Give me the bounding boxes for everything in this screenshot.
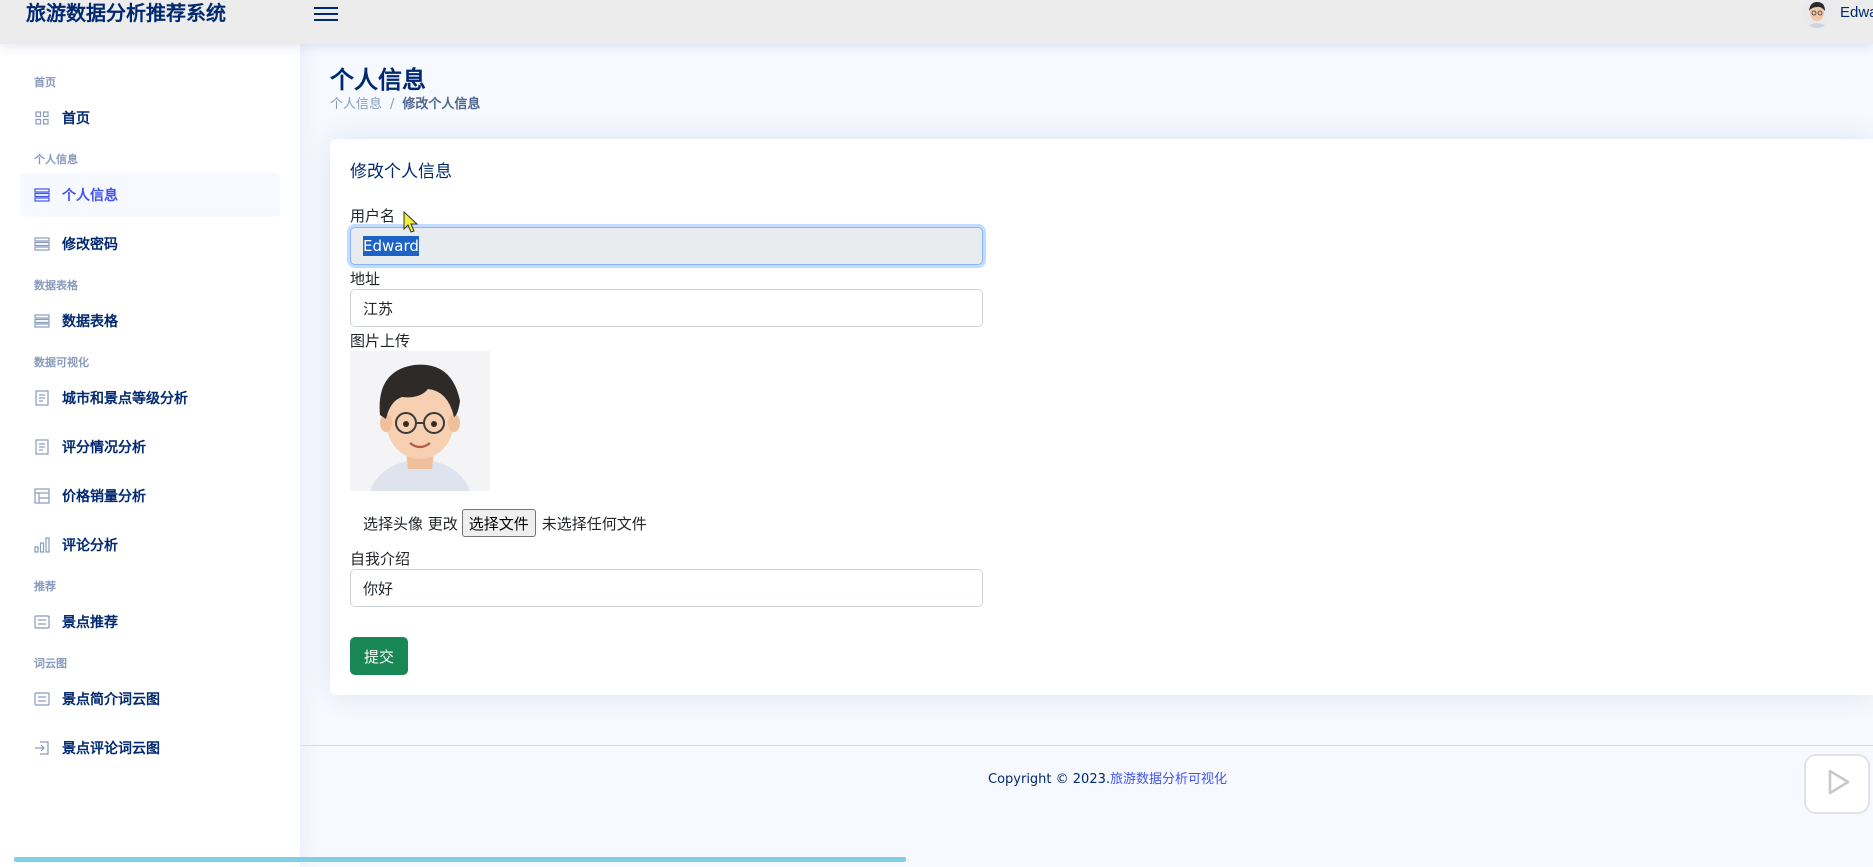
image-upload-label: 图片上传 — [350, 332, 411, 350]
breadcrumb-current: 修改个人信息 — [402, 97, 481, 112]
sidebar-item-spot-recommend[interactable]: 景点推荐 — [20, 600, 280, 644]
sidebar-item-price-sales-analysis[interactable]: 价格销量分析 — [20, 474, 280, 518]
sidebar-item-home[interactable]: 首页 — [20, 96, 280, 140]
sidebar-item-label: 景点评论词云图 — [62, 741, 160, 757]
file-status: 未选择任何文件 — [541, 514, 647, 533]
document-icon — [34, 390, 50, 406]
sidebar-heading-profile: 个人信息 — [34, 153, 78, 166]
login-icon — [34, 740, 50, 756]
grid-icon — [34, 110, 50, 126]
sidebar-item-change-password[interactable]: 修改密码 — [20, 222, 280, 266]
username-value: Edward — [363, 236, 419, 256]
play-icon — [1822, 767, 1852, 802]
sidebar-heading-recommend: 推荐 — [34, 580, 56, 593]
table-icon — [34, 488, 50, 504]
sidebar-item-label: 个人信息 — [62, 188, 118, 204]
bio-value: 你好 — [363, 579, 394, 598]
avatar-upload-row: 选择头像 更改 选择文件 未选择任何文件 — [363, 509, 647, 537]
bio-input[interactable]: 你好 — [350, 569, 983, 607]
sidebar-heading-home: 首页 — [34, 76, 56, 89]
username-label: 用户名 — [350, 207, 396, 225]
card-list-icon — [34, 614, 50, 630]
username-input[interactable]: Edward — [350, 227, 983, 265]
sidebar-heading-visualization: 数据可视化 — [34, 356, 89, 369]
sidebar-item-comment-wordcloud[interactable]: 景点评论词云图 — [20, 726, 280, 770]
profile-form-card: 修改个人信息 用户名 Edward 地址 江苏 图片上传 选择头像 更改 选择文… — [330, 139, 1873, 695]
card-list-icon — [34, 691, 50, 707]
submit-button[interactable]: 提交 — [350, 637, 408, 675]
sidebar-item-rating-analysis[interactable]: 评分情况分析 — [20, 425, 280, 469]
header-username[interactable]: Edwa — [1840, 0, 1873, 26]
hamburger-menu-icon[interactable] — [314, 3, 338, 23]
video-play-button[interactable] — [1804, 754, 1870, 814]
brand-title[interactable]: 旅游数据分析推荐系统 — [26, 0, 226, 26]
document-icon — [34, 439, 50, 455]
breadcrumb: 个人信息 / 修改个人信息 — [330, 97, 481, 112]
avatar-upload-label: 选择头像 更改 — [363, 514, 458, 533]
bar-chart-icon — [34, 537, 50, 553]
list-icon — [34, 187, 50, 203]
address-input[interactable]: 江苏 — [350, 289, 983, 327]
video-progress-fill — [14, 857, 907, 862]
sidebar-item-city-level-analysis[interactable]: 城市和景点等级分析 — [20, 376, 280, 420]
sidebar-heading-tables: 数据表格 — [34, 279, 78, 292]
video-progress-bar[interactable] — [14, 857, 1873, 862]
copyright-text: Copyright © 2023. — [988, 772, 1111, 787]
header-avatar[interactable] — [1802, 0, 1832, 28]
card-title: 修改个人信息 — [350, 162, 452, 182]
sidebar-item-label: 数据表格 — [62, 314, 118, 330]
top-header: 旅游数据分析推荐系统 Edwa — [0, 0, 1873, 44]
breadcrumb-link[interactable]: 个人信息 — [330, 97, 382, 112]
sidebar-item-label: 景点推荐 — [62, 615, 118, 631]
sidebar-item-label: 价格销量分析 — [62, 489, 146, 505]
address-label: 地址 — [350, 270, 381, 288]
sidebar-item-label: 评分情况分析 — [62, 440, 146, 456]
footer-link[interactable]: 旅游数据分析可视化 — [1110, 772, 1227, 787]
page-title: 个人信息 — [330, 66, 426, 94]
list-icon — [34, 236, 50, 252]
sidebar-item-data-table[interactable]: 数据表格 — [20, 299, 280, 343]
sidebar-item-label: 评论分析 — [62, 538, 118, 554]
sidebar-item-label: 城市和景点等级分析 — [62, 391, 188, 407]
address-value: 江苏 — [363, 299, 394, 318]
sidebar-item-intro-wordcloud[interactable]: 景点简介词云图 — [20, 677, 280, 721]
bio-label: 自我介绍 — [350, 550, 411, 568]
choose-file-button[interactable]: 选择文件 — [461, 509, 536, 537]
sidebar: 首页 首页 个人信息 个人信息 修改密码 数据表格 数据表格 数据可视化 城市和… — [0, 44, 300, 867]
sidebar-heading-wordcloud: 词云图 — [34, 657, 67, 670]
sidebar-item-label: 修改密码 — [62, 237, 118, 253]
list-icon — [34, 313, 50, 329]
sidebar-item-label: 景点简介词云图 — [62, 692, 160, 708]
footer-divider — [300, 745, 1873, 746]
sidebar-item-comment-analysis[interactable]: 评论分析 — [20, 523, 280, 567]
sidebar-item-label: 首页 — [62, 111, 90, 127]
footer-copyright: Copyright © 2023.旅游数据分析可视化 — [988, 768, 1227, 787]
sidebar-item-profile[interactable]: 个人信息 — [20, 173, 280, 217]
avatar-preview — [350, 351, 490, 491]
